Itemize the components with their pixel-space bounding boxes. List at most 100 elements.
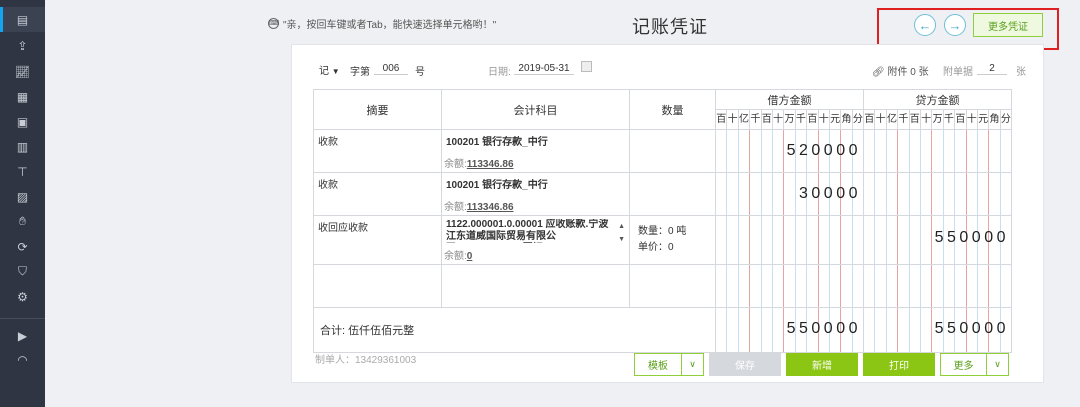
more-label: 更多 [953, 361, 974, 372]
voucher-number-input[interactable]: 006 [374, 63, 408, 75]
header-summary: 摘要 [313, 89, 442, 130]
template-button[interactable]: 模板 ∨ [634, 353, 704, 376]
save-button[interactable]: 保存 [709, 353, 781, 376]
hint-text: "亲，按回车键或者Tab，能快速选择单元格哟！" [283, 20, 497, 31]
arrow-left-icon: ← [918, 17, 932, 33]
balance-link[interactable]: 113346.86 [467, 202, 514, 213]
date-value: 2019-05-31 [514, 63, 574, 75]
quantity-cell[interactable] [629, 264, 716, 308]
voucher-word-select[interactable]: 记 ▼ [319, 62, 340, 77]
summary-cell[interactable]: 收款 [313, 129, 442, 173]
play-icon[interactable]: ▶ [0, 323, 45, 348]
chart-icon[interactable]: 📈︎ [0, 59, 45, 84]
attach-count: 2 [977, 63, 1007, 75]
summary-cell[interactable] [313, 264, 442, 308]
paperclip-icon: 🔗︎ [872, 67, 885, 78]
maker-label: 制单人：13429361003 [315, 355, 417, 366]
report-icon[interactable]: ⊤ [0, 159, 45, 184]
credit-cell[interactable]: 550000 [863, 215, 1012, 265]
quantity-cell[interactable]: 数量：0 吨 单价：0 [629, 215, 716, 265]
debit-cell[interactable]: 30000 [715, 172, 864, 216]
sidebar-divider [0, 318, 45, 319]
subject-cell[interactable] [441, 264, 630, 308]
voucher-icon[interactable]: ▤ [0, 7, 45, 32]
header-quantity: 数量 [629, 89, 716, 130]
debit-amount: 520000 [786, 142, 861, 159]
subject-text: 100201 银行存款_中行 [446, 180, 548, 191]
speedometer-icon[interactable]: ◠ [0, 347, 45, 372]
more-vouchers-button[interactable]: 更多凭证 [973, 13, 1043, 37]
total-credit-cell: 550000 [863, 307, 1012, 353]
subject-text: 1122.000001.0.00001 应收账款.宁波江东道威国际贸易有限公司.… [446, 219, 609, 242]
total-debit-amount: 550000 [786, 320, 861, 337]
credit-cell[interactable] [863, 172, 1012, 216]
header-subject: 会计科目 [441, 89, 630, 130]
page-title: 记账凭证 [632, 17, 708, 37]
calendar-picker-icon[interactable] [581, 61, 592, 72]
table-row: 收款 100201 银行存款_中行 余额:113346.86 30000 [313, 172, 1012, 216]
chevron-down-icon: ▼ [331, 67, 340, 76]
shield-icon[interactable]: ⛉ [0, 259, 45, 284]
print-button[interactable]: 打印 [863, 353, 935, 376]
table-row: 收回应收款 1122.000001.0.00001 应收账款.宁波江东道威国际贸… [313, 215, 1012, 265]
total-row: 合计: 伍仟伍佰元整 550000 550000 [313, 307, 1012, 353]
voucher-table: 摘要 会计科目 数量 借方金额 贷方金额 百十亿千百十万千百十元角分 百十亿千百… [313, 89, 1012, 353]
date-label: 日期: [488, 67, 511, 78]
hand-icon[interactable]: ✋︎ [0, 209, 45, 234]
total-label: 合计: 伍仟伍佰元整 [313, 307, 716, 353]
prev-voucher-button[interactable]: ← [914, 14, 936, 36]
arrow-right-icon: → [948, 17, 962, 33]
subject-cell[interactable]: 100201 银行存款_中行 余额:113346.86 [441, 129, 630, 173]
balance: 余额:113346.86 [444, 159, 514, 170]
calendar-icon[interactable]: ▣ [0, 109, 45, 134]
chevron-down-icon[interactable]: ∨ [986, 354, 1008, 375]
debit-amount: 30000 [799, 185, 861, 202]
ledger-icon[interactable]: ▥ [0, 134, 45, 159]
credit-cell[interactable] [863, 264, 1012, 308]
voucher-word: 记 [319, 66, 329, 77]
debit-digit-header: 百十亿千百十万千百十元角分 [716, 110, 863, 129]
credit-amount: 550000 [934, 229, 1009, 246]
summary-cell[interactable]: 收款 [313, 172, 442, 216]
debit-cell[interactable]: 520000 [715, 129, 864, 173]
date-input[interactable]: 2019-05-31 [514, 63, 574, 75]
table-row [313, 264, 1012, 308]
balance-link[interactable]: 113346.86 [467, 159, 514, 170]
no-label: 号 [415, 67, 425, 78]
refresh-doc-icon[interactable]: ⟳ [0, 234, 45, 259]
subject-text: 100201 银行存款_中行 [446, 137, 548, 148]
attachment-text: 附件 0 张 [887, 67, 929, 78]
attachment-link[interactable]: 🔗︎ 附件 0 张 [872, 63, 929, 78]
settings-icon[interactable]: ⚙ [0, 284, 45, 309]
balance: 余额:0 [444, 251, 473, 262]
more-button[interactable]: 更多 ∨ [940, 353, 1009, 376]
summary-cell[interactable]: 收回应收款 [313, 215, 442, 265]
subject-cell[interactable]: 100201 银行存款_中行 余额:113346.86 [441, 172, 630, 216]
credit-digit-header: 百十亿千百十万千百十元角分 [864, 110, 1011, 129]
keyboard-hint: ⌨ "亲，按回车键或者Tab，能快速选择单元格哟！" [268, 16, 496, 31]
new-button[interactable]: 新增 [786, 353, 858, 376]
quantity-value: 数量：0 吨 [638, 226, 687, 237]
book-icon[interactable]: ▦ [0, 84, 45, 109]
quantity-cell[interactable] [629, 129, 716, 173]
debit-cell[interactable] [715, 215, 864, 265]
template-label: 模板 [648, 361, 668, 372]
balance-link[interactable]: 0 [467, 251, 473, 262]
quantity-cell[interactable] [629, 172, 716, 216]
voucher-number: 006 [374, 63, 408, 75]
word-label: 字第 [350, 67, 370, 78]
attach-unit: 张 [1016, 67, 1026, 78]
next-voucher-button[interactable]: → [944, 14, 966, 36]
debit-cell[interactable] [715, 264, 864, 308]
chevron-down-icon[interactable]: ∨ [681, 354, 703, 375]
attach-count-input[interactable]: 2 [977, 63, 1007, 75]
total-debit-cell: 550000 [715, 307, 864, 353]
keyboard-icon: ⌨ [268, 18, 280, 29]
credit-cell[interactable] [863, 129, 1012, 173]
subject-cell[interactable]: 1122.000001.0.00001 应收账款.宁波江东道威国际贸易有限公司.… [441, 215, 630, 265]
picture-icon[interactable]: ▨ [0, 184, 45, 209]
unit-price-value: 单价：0 [638, 242, 674, 253]
upload-icon[interactable]: ⇪ [0, 33, 45, 58]
scroll-arrows-icon[interactable]: ▲ ▼ [618, 220, 625, 246]
header-credit: 贷方金额 [863, 89, 1012, 110]
